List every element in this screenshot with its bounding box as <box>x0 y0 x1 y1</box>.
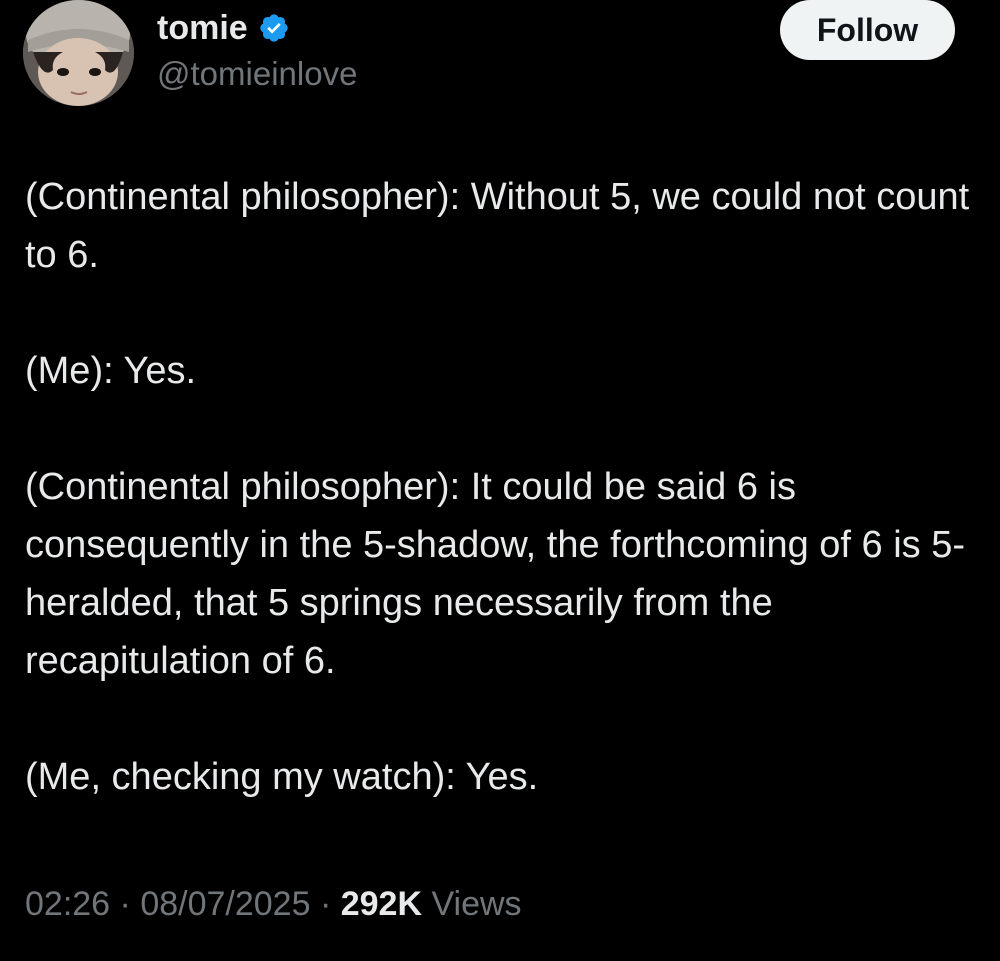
views-count[interactable]: 292K <box>341 885 422 923</box>
avatar[interactable] <box>23 0 134 106</box>
tweet-time[interactable]: 02:26 <box>25 885 110 923</box>
author-handle[interactable]: @tomieinlove <box>157 54 357 94</box>
author-name-row: tomie <box>157 8 290 48</box>
tweet-date[interactable]: 08/07/2025 <box>140 885 310 923</box>
tweet-paragraph: (Continental philosopher): It could be s… <box>25 466 965 682</box>
views-label: Views <box>431 885 522 923</box>
tweet: tomie @tomieinlove Follow (Continental p… <box>0 0 1000 961</box>
meta-separator: · <box>319 885 332 923</box>
avatar-image <box>23 0 134 106</box>
tweet-body: (Continental philosopher): Without 5, we… <box>25 168 975 806</box>
meta-separator: · <box>119 885 131 923</box>
author-display-name[interactable]: tomie <box>157 8 248 48</box>
tweet-paragraph: (Me, checking my watch): Yes. <box>25 756 539 798</box>
tweet-meta: 02:26 · 08/07/2025 · 292K Views <box>25 880 522 928</box>
follow-button[interactable]: Follow <box>780 0 955 60</box>
verified-badge-icon <box>258 12 290 44</box>
tweet-paragraph: (Me): Yes. <box>25 350 197 392</box>
tweet-paragraph: (Continental philosopher): Without 5, we… <box>25 176 970 276</box>
